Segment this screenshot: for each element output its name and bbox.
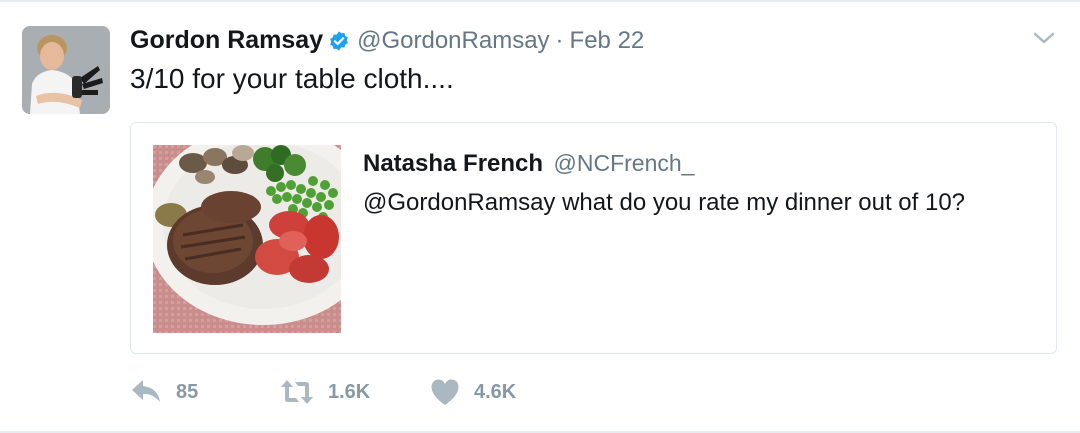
tweet-header: Gordon Ramsay @GordonRamsay · Feb 22 xyxy=(130,26,644,55)
author-handle[interactable]: @GordonRamsay xyxy=(357,27,549,55)
quoted-author-handle[interactable]: @NCFrench_ xyxy=(554,150,695,176)
reply-button[interactable]: 85 xyxy=(130,378,280,406)
tweet-actions: 85 1.6K 4.6K xyxy=(130,378,516,406)
quoted-tweet-image[interactable] xyxy=(153,145,341,333)
like-button[interactable]: 4.6K xyxy=(430,378,516,406)
avatar[interactable] xyxy=(22,26,110,114)
quoted-tweet-text: @GordonRamsay what do you rate my dinner… xyxy=(363,189,966,216)
tweet-card[interactable]: Gordon Ramsay @GordonRamsay · Feb 22 3/1… xyxy=(0,0,1080,433)
separator-dot: · xyxy=(555,26,564,54)
retweet-button[interactable]: 1.6K xyxy=(280,379,430,405)
like-count: 4.6K xyxy=(474,380,517,403)
author-name[interactable]: Gordon Ramsay xyxy=(130,26,323,55)
quoted-tweet[interactable]: Natasha French @NCFrench_ @GordonRamsay … xyxy=(130,122,1057,354)
retweet-icon xyxy=(281,380,313,404)
chevron-down-icon[interactable] xyxy=(1032,26,1056,50)
verified-badge-icon xyxy=(330,30,349,51)
reply-icon xyxy=(132,380,160,402)
reply-count: 85 xyxy=(176,380,199,403)
tweet-date[interactable]: Feb 22 xyxy=(570,27,645,55)
heart-icon xyxy=(431,379,459,405)
quoted-tweet-header: Natasha French @NCFrench_ xyxy=(363,150,694,178)
avatar-image xyxy=(22,26,110,114)
tweet-text: 3/10 for your table cloth.... xyxy=(130,63,454,94)
dinner-photo xyxy=(153,145,341,333)
retweet-count: 1.6K xyxy=(328,380,371,403)
quoted-author-name[interactable]: Natasha French xyxy=(363,150,543,177)
